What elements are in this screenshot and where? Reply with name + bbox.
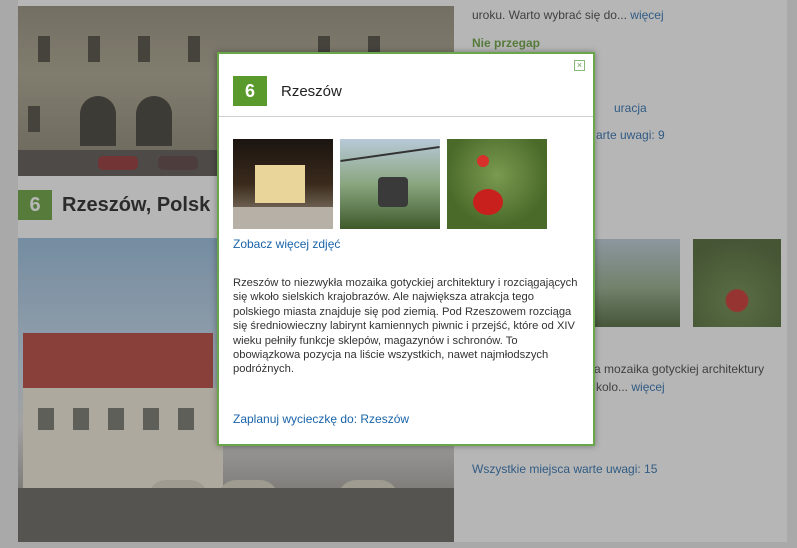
photo-thumbnail-chairlift[interactable]	[340, 139, 440, 229]
modal-number-badge: 6	[233, 76, 267, 106]
plan-trip-link[interactable]: Zaplanuj wycieczkę do: Rzeszów	[233, 412, 409, 426]
more-photos-link[interactable]: Zobacz więcej zdjęć	[233, 237, 340, 251]
modal-photo-strip	[233, 139, 547, 229]
destination-modal: × 6 Rzeszów Zobacz więcej zdjęć Rzeszów …	[217, 52, 595, 446]
modal-title: Rzeszów	[281, 82, 342, 100]
photo-thumbnail-night-building[interactable]	[233, 139, 333, 229]
modal-header: 6 Rzeszów	[233, 76, 342, 106]
modal-divider	[219, 116, 593, 117]
photo-thumbnail-roses[interactable]	[447, 139, 547, 229]
destination-description: Rzeszów to niezwykła mozaika gotyckiej a…	[233, 277, 578, 376]
close-icon[interactable]: ×	[574, 60, 585, 71]
